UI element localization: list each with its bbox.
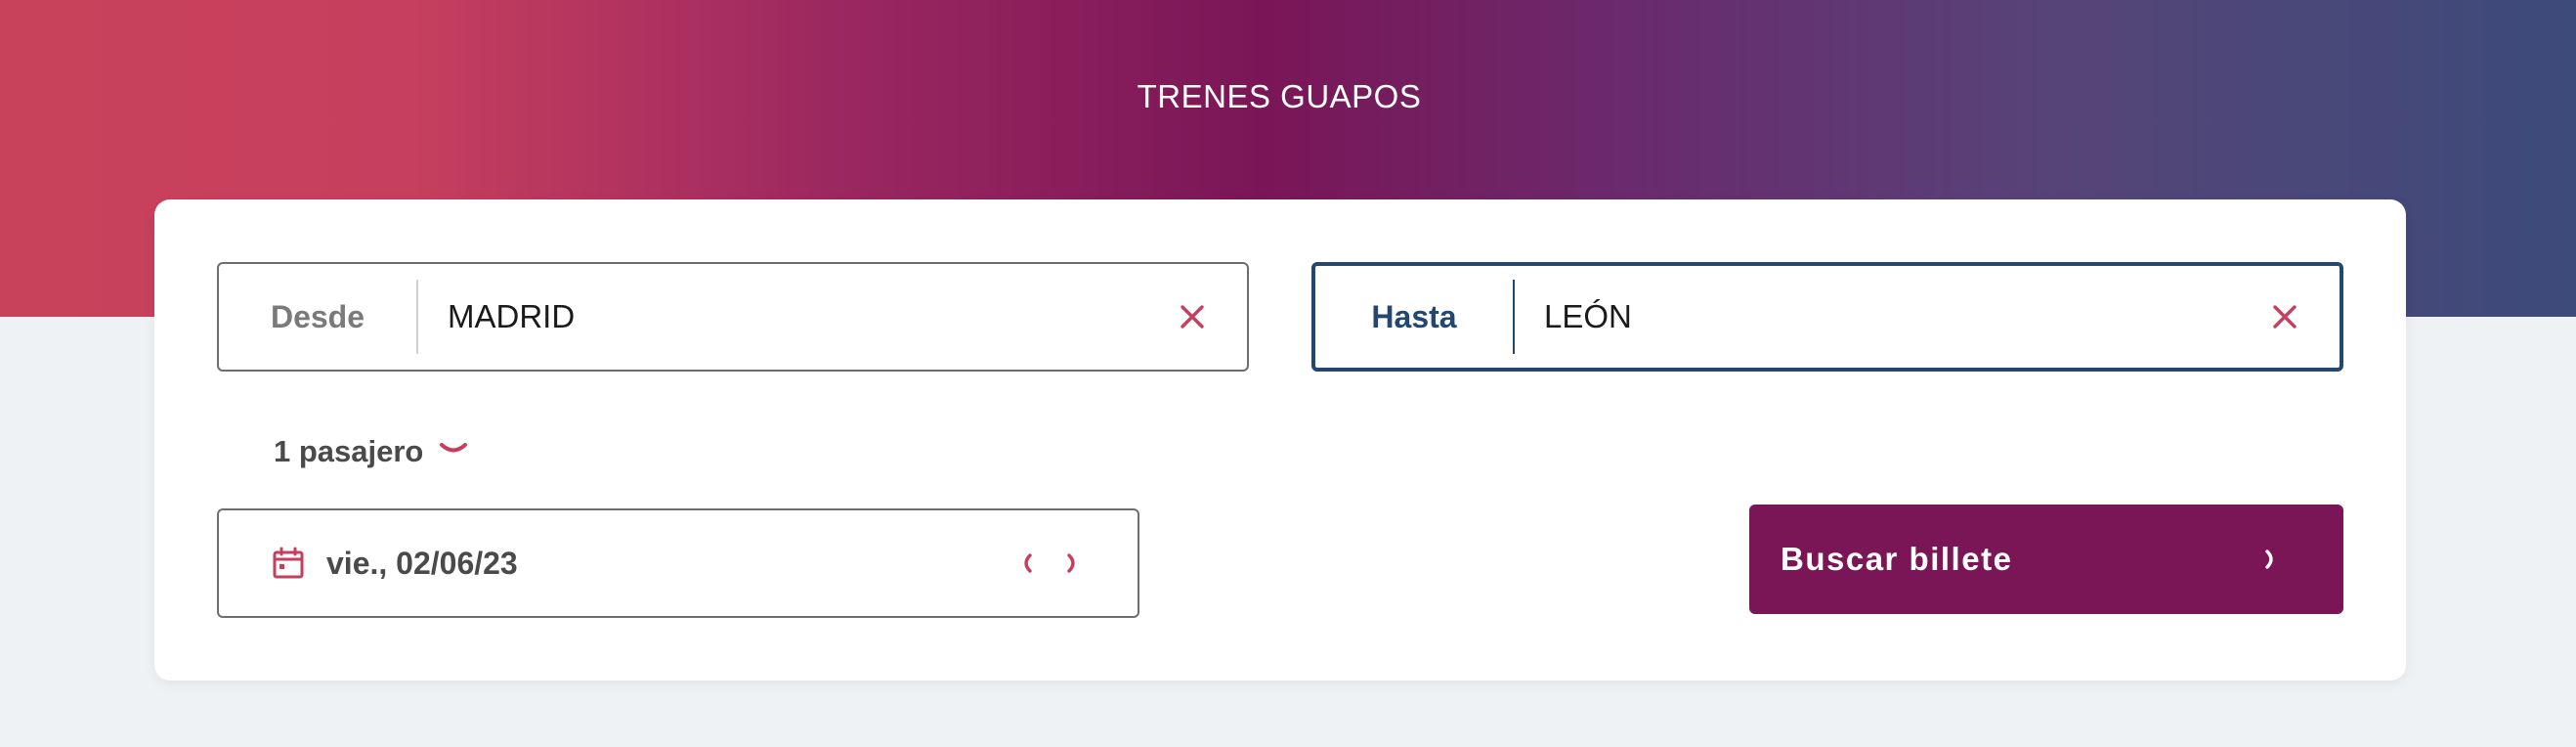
chevron-right-icon [2263, 548, 2277, 571]
origin-field[interactable]: Desde MADRID [217, 262, 1249, 372]
close-icon[interactable] [1163, 304, 1222, 330]
search-card: Desde MADRID Hasta LEÓN 1 pasajero vie.,… [154, 199, 2406, 681]
destination-input[interactable]: LEÓN [1515, 298, 2255, 335]
destination-field[interactable]: Hasta LEÓN [1311, 262, 2343, 372]
brand-title: TRENES GUAPOS [1137, 78, 1422, 114]
search-button-label: Buscar billete [1781, 541, 2013, 577]
passengers-label: 1 pasajero [274, 434, 424, 468]
close-icon[interactable] [2255, 304, 2314, 330]
chevron-right-icon[interactable] [1050, 534, 1095, 593]
chevron-left-icon[interactable] [1005, 534, 1050, 593]
passengers-selector[interactable]: 1 pasajero [274, 434, 468, 469]
origin-label: Desde [219, 280, 418, 354]
calendar-icon [272, 547, 305, 580]
date-picker[interactable]: vie., 02/06/23 [217, 508, 1139, 618]
origin-input[interactable]: MADRID [418, 298, 1163, 335]
search-ticket-button[interactable]: Buscar billete [1749, 505, 2343, 614]
chevron-down-icon [439, 442, 468, 462]
date-value: vie., 02/06/23 [326, 545, 518, 581]
destination-label: Hasta [1315, 280, 1515, 354]
